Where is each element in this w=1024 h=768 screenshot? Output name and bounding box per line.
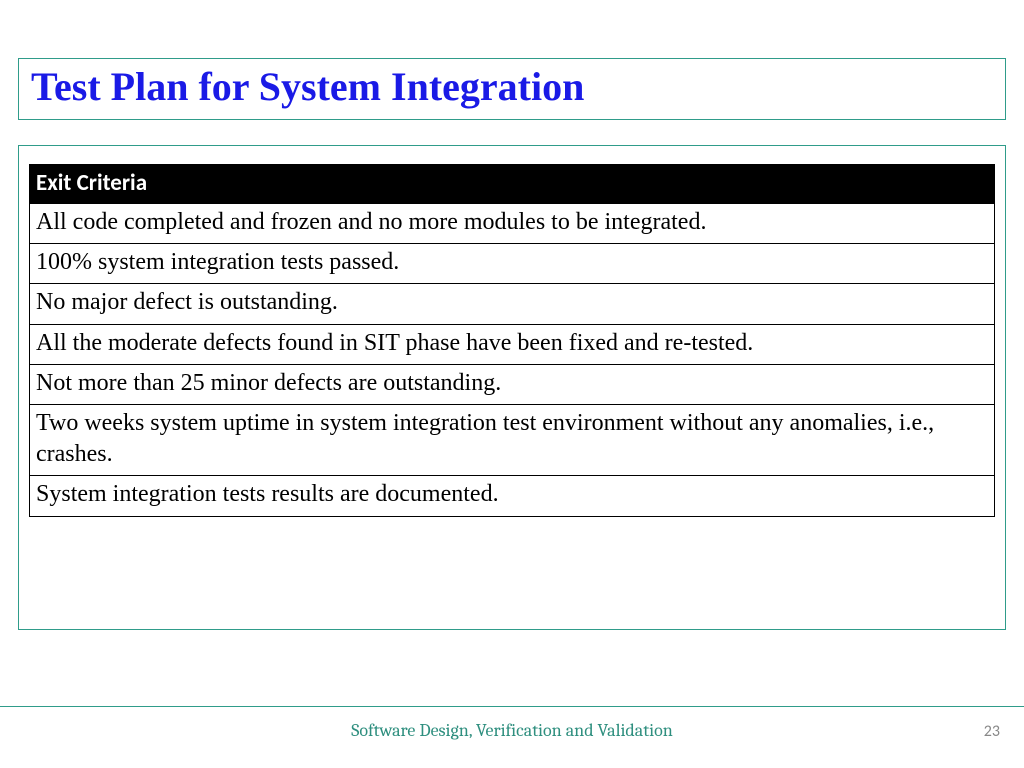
table-row: All the moderate defects found in SIT ph…: [30, 324, 995, 364]
exit-criteria-table: Exit Criteria All code completed and fro…: [29, 164, 995, 517]
table-row: System integration tests results are doc…: [30, 476, 995, 516]
slide-title: Test Plan for System Integration: [31, 65, 993, 109]
table-row: Two weeks system uptime in system integr…: [30, 404, 995, 475]
footer-text: Software Design, Verification and Valida…: [0, 720, 1024, 741]
slide-title-box: Test Plan for System Integration: [18, 58, 1006, 120]
table-row: No major defect is outstanding.: [30, 284, 995, 324]
content-box: Exit Criteria All code completed and fro…: [18, 145, 1006, 630]
table-row: Not more than 25 minor defects are outst…: [30, 364, 995, 404]
criteria-cell: Two weeks system uptime in system integr…: [30, 404, 995, 475]
table-row: 100% system integration tests passed.: [30, 244, 995, 284]
table-header: Exit Criteria: [30, 165, 995, 204]
criteria-cell: 100% system integration tests passed.: [30, 244, 995, 284]
page-number: 23: [984, 722, 1000, 741]
table-row: All code completed and frozen and no mor…: [30, 204, 995, 244]
criteria-cell: Not more than 25 minor defects are outst…: [30, 364, 995, 404]
criteria-cell: System integration tests results are doc…: [30, 476, 995, 516]
criteria-cell: All the moderate defects found in SIT ph…: [30, 324, 995, 364]
criteria-cell: All code completed and frozen and no mor…: [30, 204, 995, 244]
criteria-cell: No major defect is outstanding.: [30, 284, 995, 324]
footer-divider: [0, 706, 1024, 707]
